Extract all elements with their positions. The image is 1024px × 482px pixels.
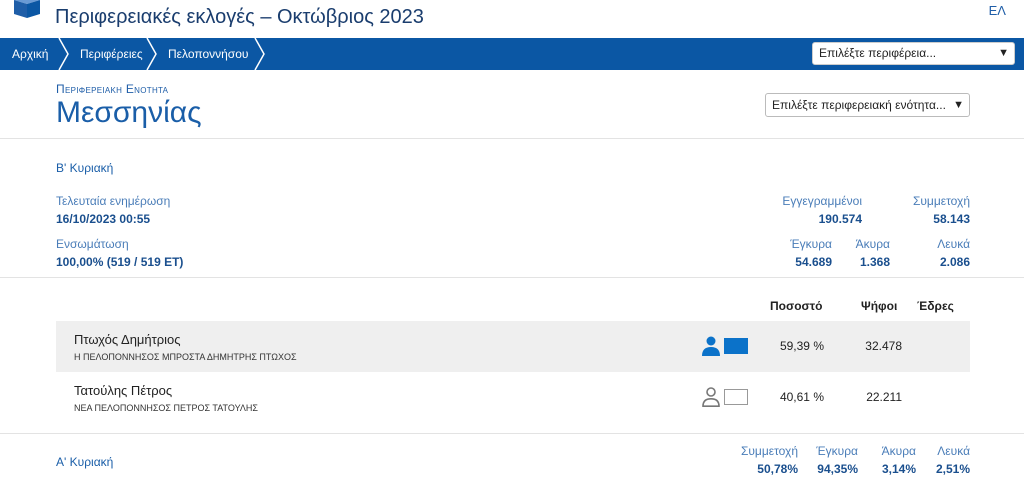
invalid-label: Άκυρα <box>855 237 890 251</box>
round-a-valid-label: Έγκυρα <box>816 444 858 458</box>
breadcrumb-separator-icon <box>254 38 265 70</box>
round-a-invalid-label: Άκυρα <box>881 444 916 458</box>
site-title[interactable]: Περιφερειακές εκλογές – Οκτώβριος 2023 <box>55 6 424 29</box>
divider <box>0 138 1024 139</box>
round-a-valid-value: 94,35% <box>817 462 858 476</box>
seats-column-header: Έδρες <box>917 299 954 313</box>
round-a-blank-label: Λευκά <box>937 444 970 458</box>
candidate-party: Η ΠΕΛΟΠΟΝΝΗΣΟΣ ΜΠΡΟΣΤΑ ΔΗΜΗΤΡΗΣ ΠΤΩΧΟΣ <box>74 352 297 362</box>
valid-label: Έγκυρα <box>790 237 832 251</box>
candidate-percent: 40,61 % <box>779 390 824 404</box>
integration-value: 100,00% (519 / 519 ΕΤ) <box>56 255 184 269</box>
round-a-title[interactable]: Α' Κυριακή <box>56 455 113 469</box>
language-switch[interactable]: ΕΛ <box>989 3 1006 18</box>
candidate-name: Πτωχός Δημήτριος <box>74 332 181 347</box>
candidate-votes: 22.211 <box>866 390 902 404</box>
percent-column-header: Ποσοστό <box>770 299 823 313</box>
ballot-box-logo-icon[interactable] <box>12 0 42 18</box>
regional-unit-select-value: Επιλέξτε περιφερειακή ενότητα... <box>772 98 946 112</box>
votes-column-header: Ψήφοι <box>861 299 898 313</box>
person-outline-icon <box>702 387 720 407</box>
last-update-value: 16/10/2023 00:55 <box>56 212 151 226</box>
divider <box>0 433 1024 434</box>
section-label: Περιφερειακη Ενοτητα <box>56 82 169 96</box>
table-row[interactable]: Τατούλης Πέτρος ΝΕΑ ΠΕΛΟΠΟΝΝΗΣΟΣ ΠΕΤΡΟΣ … <box>56 372 970 423</box>
valid-value: 54.689 <box>795 255 832 269</box>
candidate-votes: 32.478 <box>865 339 902 353</box>
party-color-swatch <box>724 338 748 354</box>
breadcrumb-separator-icon <box>58 38 69 70</box>
breadcrumb-separator-icon <box>146 38 157 70</box>
round-a-turnout-label: Συμμετοχή <box>740 444 798 458</box>
region-select-value: Επιλέξτε περιφέρεια... <box>819 46 937 60</box>
turnout-value: 58.143 <box>933 212 970 226</box>
blank-label: Λευκά <box>937 237 970 251</box>
party-color-swatch <box>724 389 748 405</box>
candidate-party: ΝΕΑ ΠΕΛΟΠΟΝΝΗΣΟΣ ΠΕΤΡΟΣ ΤΑΤΟΥΛΗΣ <box>74 403 258 413</box>
breadcrumb-peloponnese[interactable]: Πελοποννήσου <box>168 38 248 70</box>
chevron-down-icon: ▼ <box>998 47 1009 59</box>
person-icon <box>702 336 720 356</box>
candidate-percent: 59,39 % <box>779 339 824 353</box>
page-title: Μεσσηνίας <box>56 96 202 129</box>
region-select[interactable]: Επιλέξτε περιφέρεια... ▼ <box>812 42 1015 65</box>
breadcrumb-regions[interactable]: Περιφέρειες <box>80 38 143 70</box>
top-bar: Περιφερειακές εκλογές – Οκτώβριος 2023 Ε… <box>0 0 1024 38</box>
last-update-label: Τελευταία ενημέρωση <box>56 194 171 208</box>
invalid-value: 1.368 <box>859 255 890 269</box>
round-a-turnout-value: 50,78% <box>757 462 798 476</box>
candidate-name: Τατούλης Πέτρος <box>74 383 173 398</box>
blank-value: 2.086 <box>939 255 970 269</box>
integration-label: Ενσωμάτωση <box>56 237 129 251</box>
round-b-title: Β' Κυριακή <box>56 161 114 175</box>
registered-value: 190.574 <box>818 212 862 226</box>
table-row[interactable]: Πτωχός Δημήτριος Η ΠΕΛΟΠΟΝΝΗΣΟΣ ΜΠΡΟΣΤΑ … <box>56 321 970 372</box>
regional-unit-select[interactable]: Επιλέξτε περιφερειακή ενότητα... ▼ <box>765 93 970 117</box>
registered-label: Εγγεγραμμένοι <box>782 194 862 208</box>
divider <box>0 277 1024 278</box>
round-a-blank-value: 2,51% <box>935 462 970 476</box>
turnout-label: Συμμετοχή <box>912 194 970 208</box>
round-a-invalid-value: 3,14% <box>881 462 916 476</box>
chevron-down-icon: ▼ <box>953 99 964 111</box>
breadcrumb-home[interactable]: Αρχική <box>12 38 48 70</box>
